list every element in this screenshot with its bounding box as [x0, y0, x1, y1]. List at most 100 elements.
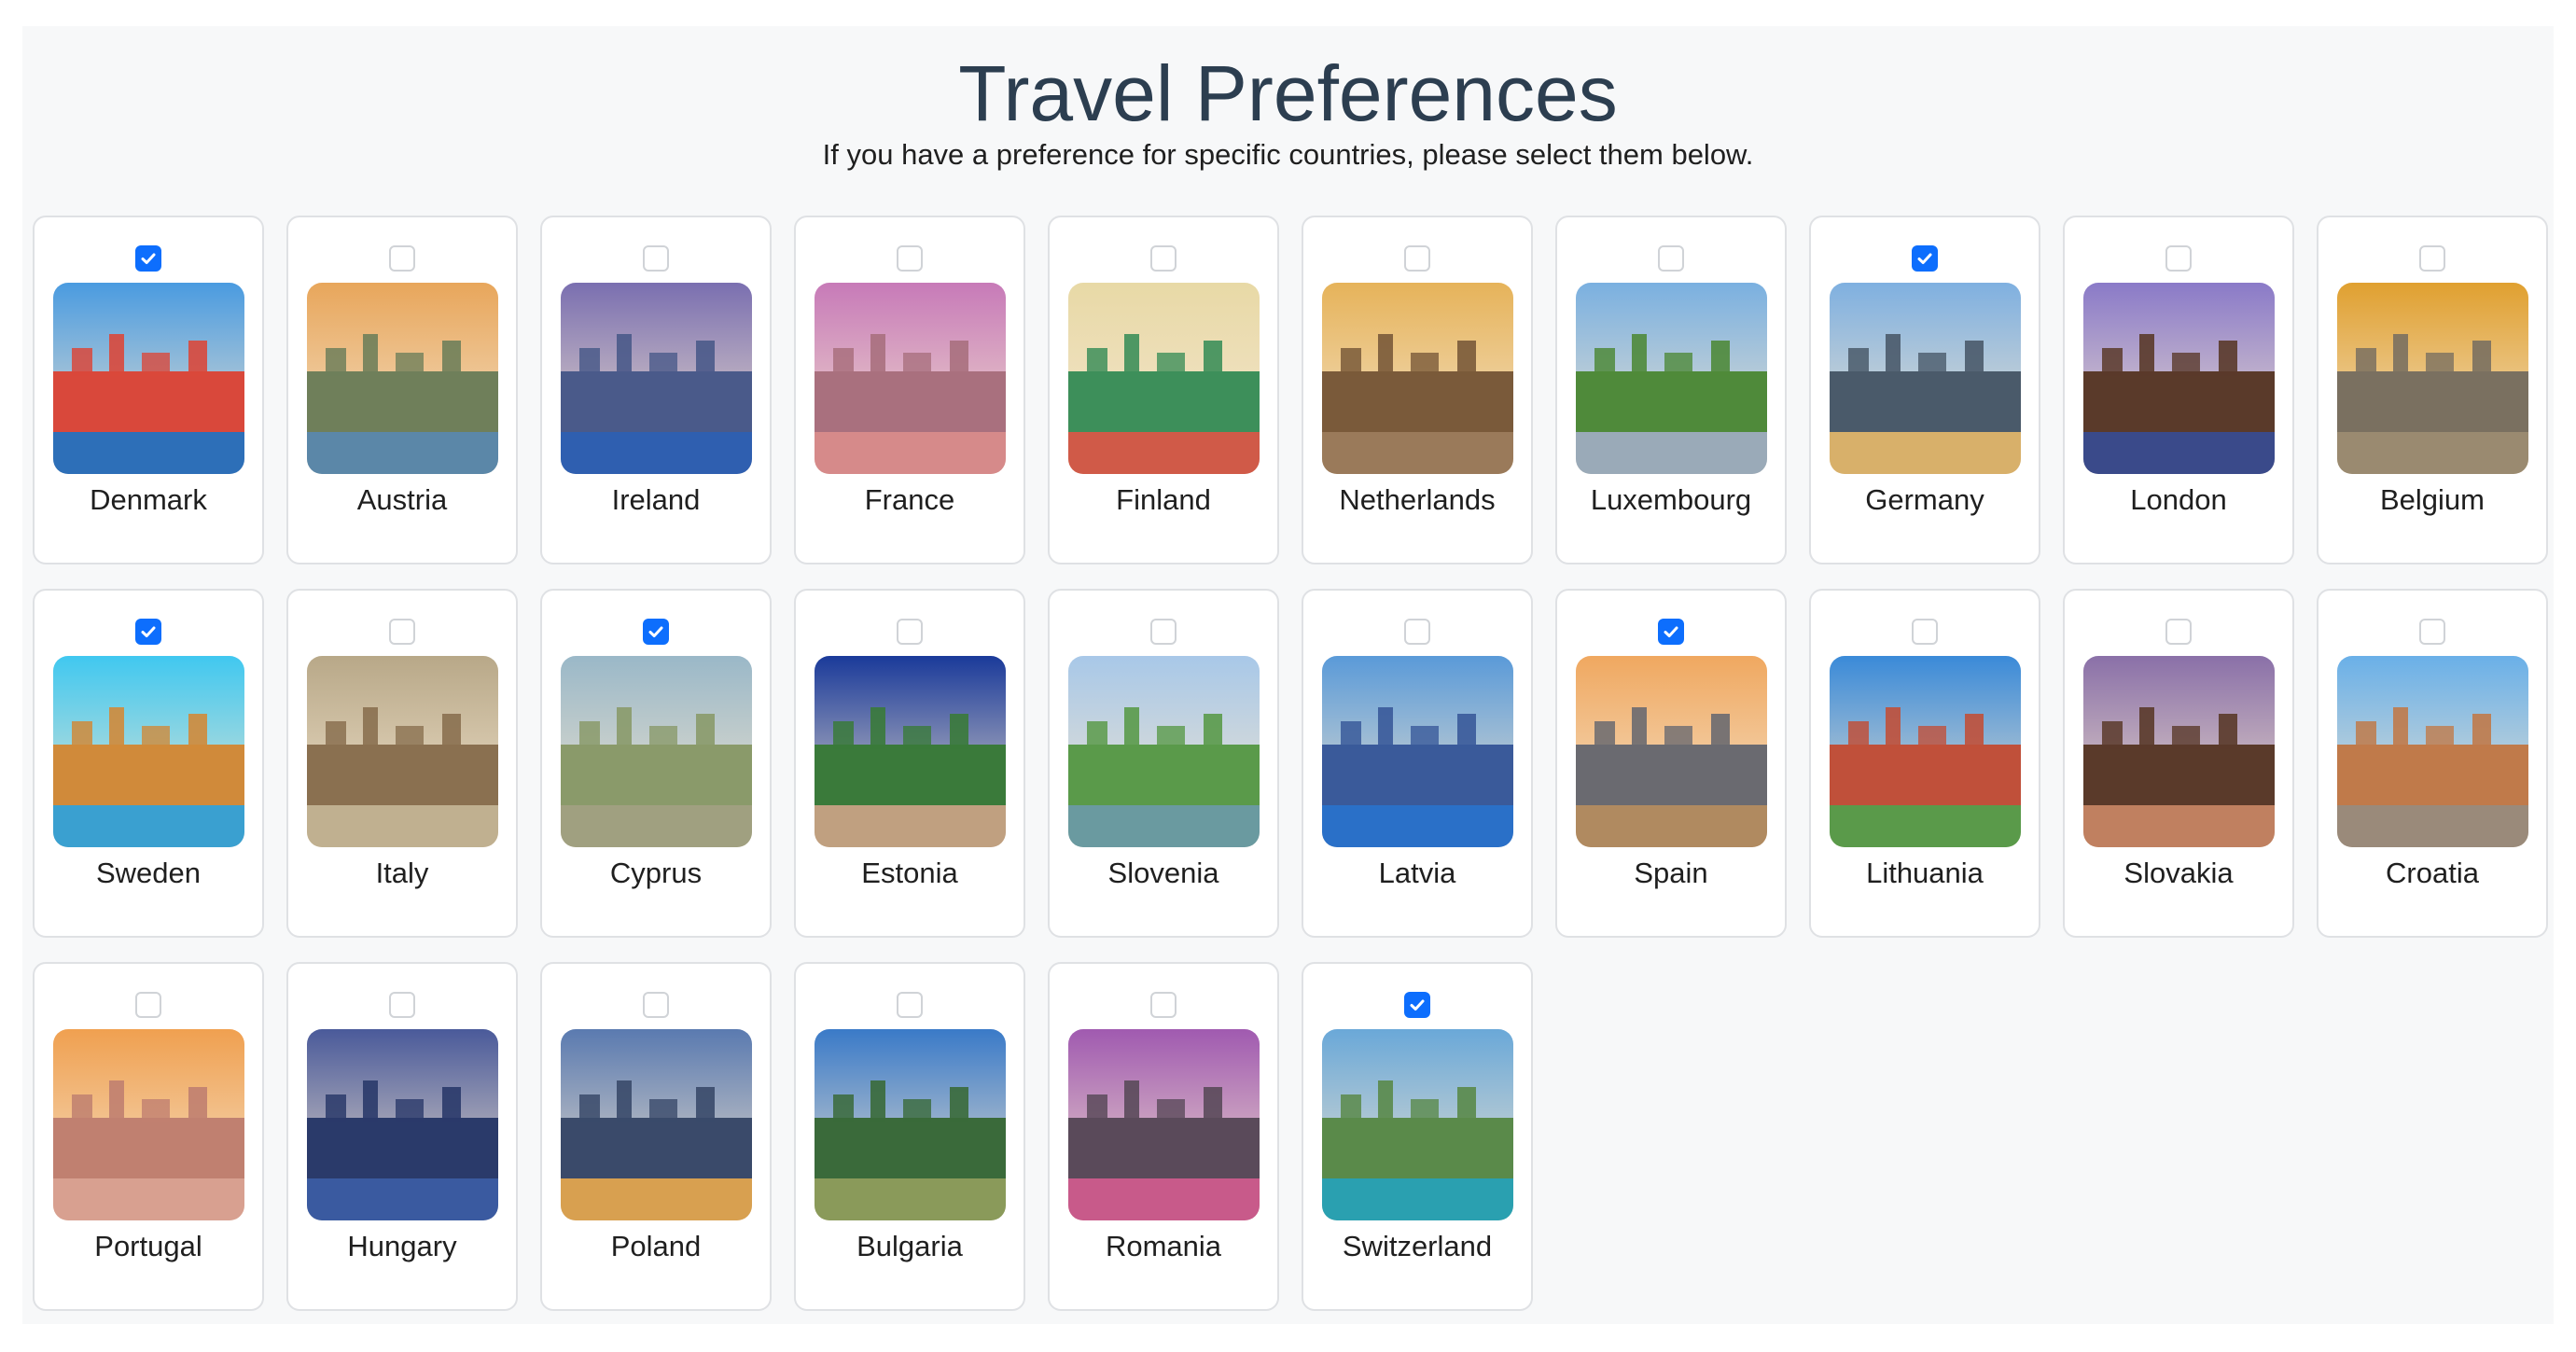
- country-card-croatia[interactable]: Croatia: [2317, 589, 2548, 938]
- country-name: Hungary: [347, 1230, 457, 1262]
- country-checkbox-estonia[interactable]: [897, 619, 923, 645]
- country-card-estonia[interactable]: Estonia: [794, 589, 1025, 938]
- country-name: Cyprus: [609, 857, 703, 889]
- country-card-switzerland[interactable]: Switzerland: [1302, 962, 1533, 1311]
- country-name: Croatia: [2386, 857, 2479, 889]
- country-photo-bulgaria: [815, 1029, 1006, 1220]
- country-photo-netherlands: [1322, 283, 1513, 474]
- country-checkbox-london[interactable]: [2165, 245, 2192, 272]
- country-name: Bulgaria: [856, 1230, 963, 1262]
- country-name: France: [864, 483, 955, 516]
- country-checkbox-finland[interactable]: [1150, 245, 1177, 272]
- country-name: Germany: [1865, 483, 1984, 516]
- country-card-cyprus[interactable]: Cyprus: [540, 589, 772, 938]
- country-card-ireland[interactable]: Ireland: [540, 216, 772, 564]
- country-checkbox-switzerland[interactable]: [1404, 992, 1430, 1018]
- page-subtitle: If you have a preference for specific co…: [822, 138, 1754, 171]
- country-name: London: [2130, 483, 2227, 516]
- country-card-poland[interactable]: Poland: [540, 962, 772, 1311]
- country-checkbox-latvia[interactable]: [1404, 619, 1430, 645]
- country-card-denmark[interactable]: Denmark: [33, 216, 264, 564]
- country-photo-slovenia: [1068, 656, 1260, 847]
- country-photo-belgium: [2337, 283, 2528, 474]
- country-name: Finland: [1116, 483, 1211, 516]
- country-photo-france: [815, 283, 1006, 474]
- country-checkbox-poland[interactable]: [643, 992, 669, 1018]
- country-checkbox-italy[interactable]: [389, 619, 415, 645]
- country-name: Slovenia: [1107, 857, 1219, 889]
- country-checkbox-hungary[interactable]: [389, 992, 415, 1018]
- country-card-slovakia[interactable]: Slovakia: [2063, 589, 2294, 938]
- checkmark-icon: [1664, 626, 1678, 637]
- country-photo-germany: [1830, 283, 2021, 474]
- country-card-italy[interactable]: Italy: [286, 589, 518, 938]
- country-card-bulgaria[interactable]: Bulgaria: [794, 962, 1025, 1311]
- country-checkbox-slovenia[interactable]: [1150, 619, 1177, 645]
- country-photo-estonia: [815, 656, 1006, 847]
- country-card-lithuania[interactable]: Lithuania: [1809, 589, 2040, 938]
- country-photo-cyprus: [561, 656, 752, 847]
- country-photo-slovakia: [2083, 656, 2275, 847]
- checkmark-icon: [141, 253, 156, 264]
- country-card-romania[interactable]: Romania: [1048, 962, 1279, 1311]
- country-card-finland[interactable]: Finland: [1048, 216, 1279, 564]
- country-card-latvia[interactable]: Latvia: [1302, 589, 1533, 938]
- country-checkbox-sweden[interactable]: [135, 619, 161, 645]
- country-photo-poland: [561, 1029, 752, 1220]
- country-name: Latvia: [1378, 857, 1456, 889]
- country-checkbox-cyprus[interactable]: [643, 619, 669, 645]
- country-name: Spain: [1634, 857, 1708, 889]
- country-photo-spain: [1576, 656, 1767, 847]
- country-name: Lithuania: [1866, 857, 1984, 889]
- travel-preferences-panel: Travel Preferences If you have a prefere…: [22, 26, 2554, 1324]
- country-photo-italy: [307, 656, 498, 847]
- country-photo-croatia: [2337, 656, 2528, 847]
- country-photo-lithuania: [1830, 656, 2021, 847]
- country-card-belgium[interactable]: Belgium: [2317, 216, 2548, 564]
- country-photo-romania: [1068, 1029, 1260, 1220]
- country-photo-sweden: [53, 656, 244, 847]
- country-name: Slovakia: [2123, 857, 2234, 889]
- country-name: Italy: [375, 857, 429, 889]
- country-photo-latvia: [1322, 656, 1513, 847]
- country-photo-switzerland: [1322, 1029, 1513, 1220]
- country-checkbox-portugal[interactable]: [135, 992, 161, 1018]
- country-checkbox-france[interactable]: [897, 245, 923, 272]
- country-name: Portugal: [94, 1230, 202, 1262]
- country-card-slovenia[interactable]: Slovenia: [1048, 589, 1279, 938]
- country-card-london[interactable]: London: [2063, 216, 2294, 564]
- country-checkbox-luxembourg[interactable]: [1658, 245, 1684, 272]
- checkmark-icon: [1410, 999, 1425, 1011]
- country-photo-austria: [307, 283, 498, 474]
- country-name: Estonia: [861, 857, 958, 889]
- country-name: Netherlands: [1339, 483, 1496, 516]
- country-card-portugal[interactable]: Portugal: [33, 962, 264, 1311]
- country-name: Denmark: [90, 483, 207, 516]
- country-card-sweden[interactable]: Sweden: [33, 589, 264, 938]
- country-card-luxembourg[interactable]: Luxembourg: [1555, 216, 1787, 564]
- country-checkbox-romania[interactable]: [1150, 992, 1177, 1018]
- country-checkbox-netherlands[interactable]: [1404, 245, 1430, 272]
- country-checkbox-germany[interactable]: [1912, 245, 1938, 272]
- country-checkbox-spain[interactable]: [1658, 619, 1684, 645]
- country-card-austria[interactable]: Austria: [286, 216, 518, 564]
- country-checkbox-slovakia[interactable]: [2165, 619, 2192, 645]
- country-checkbox-austria[interactable]: [389, 245, 415, 272]
- country-checkbox-ireland[interactable]: [643, 245, 669, 272]
- checkmark-icon: [648, 626, 663, 637]
- country-photo-london: [2083, 283, 2275, 474]
- country-card-spain[interactable]: Spain: [1555, 589, 1787, 938]
- country-photo-denmark: [53, 283, 244, 474]
- country-card-germany[interactable]: Germany: [1809, 216, 2040, 564]
- country-checkbox-denmark[interactable]: [135, 245, 161, 272]
- country-checkbox-croatia[interactable]: [2419, 619, 2445, 645]
- country-card-netherlands[interactable]: Netherlands: [1302, 216, 1533, 564]
- country-checkbox-lithuania[interactable]: [1912, 619, 1938, 645]
- country-checkbox-bulgaria[interactable]: [897, 992, 923, 1018]
- country-card-hungary[interactable]: Hungary: [286, 962, 518, 1311]
- country-checkbox-belgium[interactable]: [2419, 245, 2445, 272]
- country-card-france[interactable]: France: [794, 216, 1025, 564]
- page-title: Travel Preferences: [958, 49, 1618, 137]
- country-name: Sweden: [95, 857, 202, 889]
- country-name: Switzerland: [1342, 1230, 1493, 1262]
